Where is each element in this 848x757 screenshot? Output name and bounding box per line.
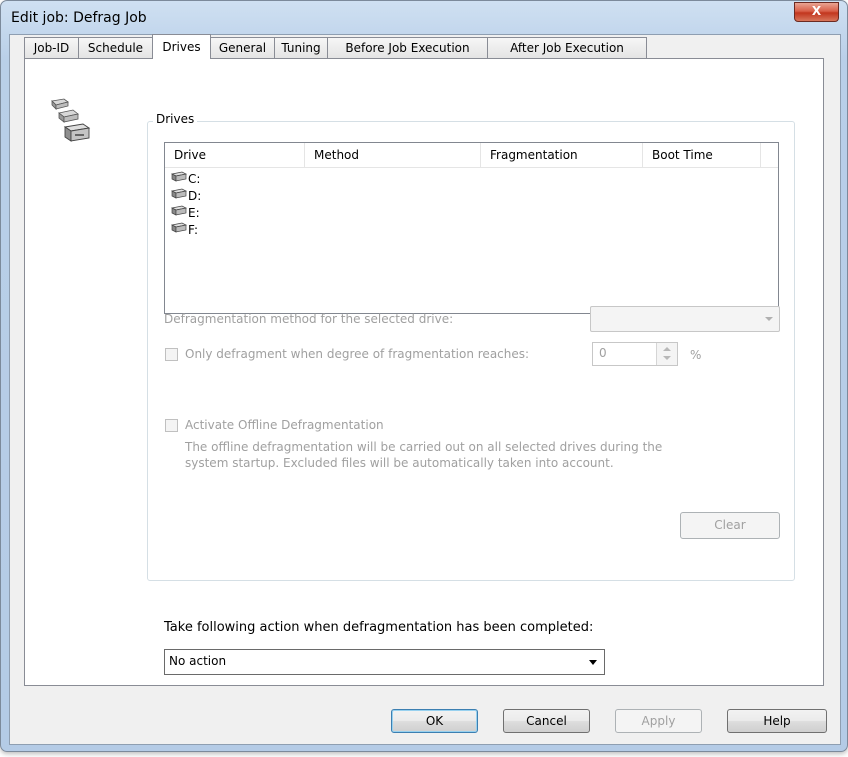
close-button[interactable]: X <box>794 2 839 22</box>
clear-button[interactable]: Clear <box>680 512 780 539</box>
chevron-down-icon <box>589 660 597 665</box>
tab-general[interactable]: General <box>210 37 275 58</box>
threshold-value: 0 <box>599 346 607 360</box>
list-item[interactable]: D: <box>171 187 201 203</box>
tab-tuning[interactable]: Tuning <box>274 37 328 58</box>
cancel-button[interactable]: Cancel <box>503 709 590 733</box>
drives-tab-panel: Drives Drive Method Fragmentation Boot T… <box>24 58 824 686</box>
drive-label: E: <box>188 206 200 220</box>
offline-defrag-description-2: system startup. Excluded files will be a… <box>185 456 614 470</box>
column-header-drive[interactable]: Drive <box>165 143 305 167</box>
column-header-boot-time[interactable]: Boot Time <box>643 143 761 167</box>
apply-button[interactable]: Apply <box>615 709 702 733</box>
hard-drive-icon <box>171 188 187 199</box>
tab-label: Before Job Execution <box>345 41 470 55</box>
title-bar[interactable]: Edit job: Defrag Job X <box>1 1 847 34</box>
tab-label: General <box>218 41 267 55</box>
column-header-method[interactable]: Method <box>305 143 481 167</box>
drives-list[interactable]: Drive Method Fragmentation Boot Time C: … <box>164 142 779 314</box>
dialog-client-area: Job-ID Schedule Drives General Tuning Be… <box>9 34 841 745</box>
dialog-window: Edit job: Defrag Job X Job-ID Schedule D… <box>0 0 848 752</box>
method-dropdown[interactable] <box>590 306 780 332</box>
completion-action-value: No action <box>169 654 227 668</box>
percent-label: % <box>690 348 702 362</box>
tab-after-job-execution[interactable]: After Job Execution <box>487 37 647 58</box>
fragmentation-threshold-stepper[interactable]: 0 <box>592 342 678 366</box>
tab-label: Schedule <box>87 41 144 55</box>
offline-defrag-label: Activate Offline Defragmentation <box>185 418 384 432</box>
tab-drives[interactable]: Drives <box>152 34 211 59</box>
drive-label: F: <box>188 223 199 237</box>
list-item[interactable]: C: <box>171 170 200 186</box>
tab-label: Job-ID <box>33 41 70 55</box>
offline-defrag-description: The offline defragmentation will be carr… <box>185 440 663 454</box>
stepper-down-icon[interactable] <box>663 356 671 360</box>
list-item[interactable]: F: <box>171 221 198 237</box>
tab-label: After Job Execution <box>510 41 624 55</box>
tab-job-id[interactable]: Job-ID <box>24 37 79 58</box>
tab-label: Tuning <box>281 41 321 55</box>
chevron-down-icon <box>765 317 773 321</box>
tab-before-job-execution[interactable]: Before Job Execution <box>327 37 488 58</box>
method-label: Defragmentation method for the selected … <box>164 312 454 326</box>
drives-list-header: Drive Method Fragmentation Boot Time <box>165 143 778 168</box>
list-item[interactable]: E: <box>171 204 200 220</box>
tab-label: Drives <box>162 40 201 54</box>
completion-action-label: Take following action when defragmentati… <box>164 620 594 635</box>
tab-schedule[interactable]: Schedule <box>78 37 153 58</box>
stepper-buttons[interactable] <box>656 343 677 365</box>
only-defrag-label: Only defragment when degree of fragmenta… <box>185 347 530 361</box>
stepper-up-icon[interactable] <box>663 347 671 351</box>
hard-drive-icon <box>171 205 187 216</box>
offline-defrag-checkbox[interactable] <box>165 419 178 432</box>
drive-label: C: <box>188 172 201 186</box>
window-title: Edit job: Defrag Job <box>11 10 147 26</box>
drive-label: D: <box>188 189 202 203</box>
hard-drive-icon <box>171 222 187 233</box>
hard-drive-icon <box>171 171 187 182</box>
drives-icon <box>51 98 91 142</box>
ok-button[interactable]: OK <box>391 709 478 733</box>
close-icon: X <box>811 4 822 18</box>
help-button[interactable]: Help <box>727 709 827 733</box>
column-header-fragmentation[interactable]: Fragmentation <box>481 143 643 167</box>
drives-group-label: Drives <box>153 112 198 126</box>
only-defrag-checkbox[interactable] <box>165 348 178 361</box>
completion-action-dropdown[interactable]: No action <box>164 649 605 675</box>
